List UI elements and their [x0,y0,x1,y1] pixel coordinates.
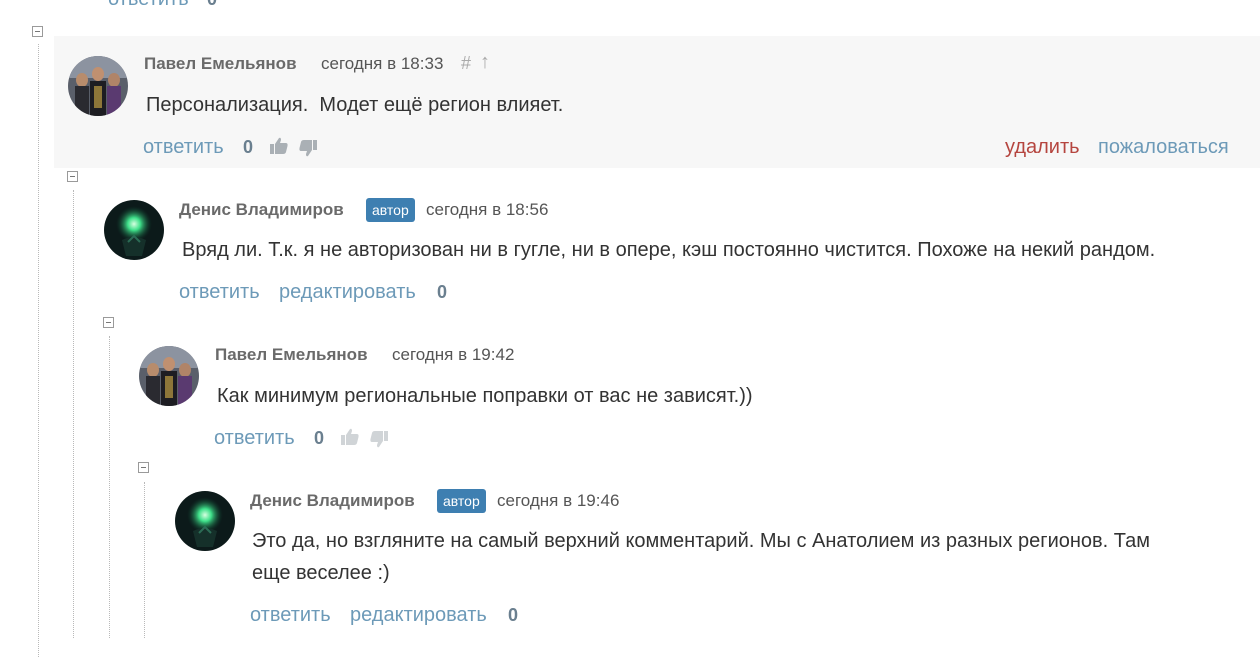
group-photo-avatar-icon [68,56,128,116]
comment-score: 0 [243,137,254,157]
author-badge: автор [366,198,415,222]
collapse-button[interactable] [32,26,43,37]
collapse-button[interactable] [103,317,114,328]
permalink-hash-link[interactable]: # [461,53,471,74]
thread-line [144,482,145,638]
edit-link[interactable]: редактировать [350,604,487,627]
comment-score: 0 [508,605,519,625]
avatar[interactable] [68,56,128,116]
comment-text-line: еще веселее :) [252,562,390,584]
comment-score: 0 [207,0,217,10]
reply-link[interactable]: ответить [143,136,224,159]
group-photo-avatar-icon [139,346,199,406]
green-orb-avatar-icon [104,200,164,260]
thumbs-up-icon[interactable] [340,427,360,447]
collapse-button[interactable] [67,171,78,182]
avatar[interactable] [139,346,199,406]
comment-time: сегодня в 18:33 [321,54,444,73]
comment-text: Как минимум региональные поправки от вас… [217,385,753,407]
comment-author[interactable]: Денис Владимиров [250,491,415,511]
comment-time: сегодня в 19:42 [392,345,515,364]
comment-score: 0 [437,282,448,302]
thread-line [38,44,39,657]
comment-score: 0 [314,428,325,448]
reply-link[interactable]: ответить [179,281,260,304]
report-link[interactable]: пожаловаться [1098,136,1229,159]
collapse-button[interactable] [138,462,149,473]
thumbs-down-icon[interactable] [298,138,318,158]
comment-time: сегодня в 19:46 [497,491,620,510]
comment-time: сегодня в 18:56 [426,200,549,219]
parent-arrow-icon[interactable]: ↑ [480,51,490,74]
reply-link[interactable]: ответить [214,427,295,450]
thread-line [73,190,74,638]
comment-text: Персонализация. Модет ещё регион влияет. [146,94,564,116]
comment-text: Вряд ли. Т.к. я не авторизован ни в гугл… [182,239,1156,261]
thread-line [109,336,110,638]
reply-link[interactable]: ответить [108,0,189,11]
thumbs-up-icon[interactable] [269,136,289,156]
green-orb-avatar-icon [175,491,235,551]
avatar[interactable] [104,200,164,260]
thumbs-down-icon[interactable] [369,429,389,449]
comment-text-line: Это да, но взгляните на самый верхний ко… [252,530,1150,552]
delete-link[interactable]: удалить [1005,136,1080,159]
comment-author[interactable]: Павел Емельянов [144,54,297,74]
comment-author[interactable]: Павел Емельянов [215,345,368,365]
avatar[interactable] [175,491,235,551]
author-badge: автор [437,489,486,513]
reply-link[interactable]: ответить [250,604,331,627]
edit-link[interactable]: редактировать [279,281,416,304]
comment-author[interactable]: Денис Владимиров [179,200,344,220]
